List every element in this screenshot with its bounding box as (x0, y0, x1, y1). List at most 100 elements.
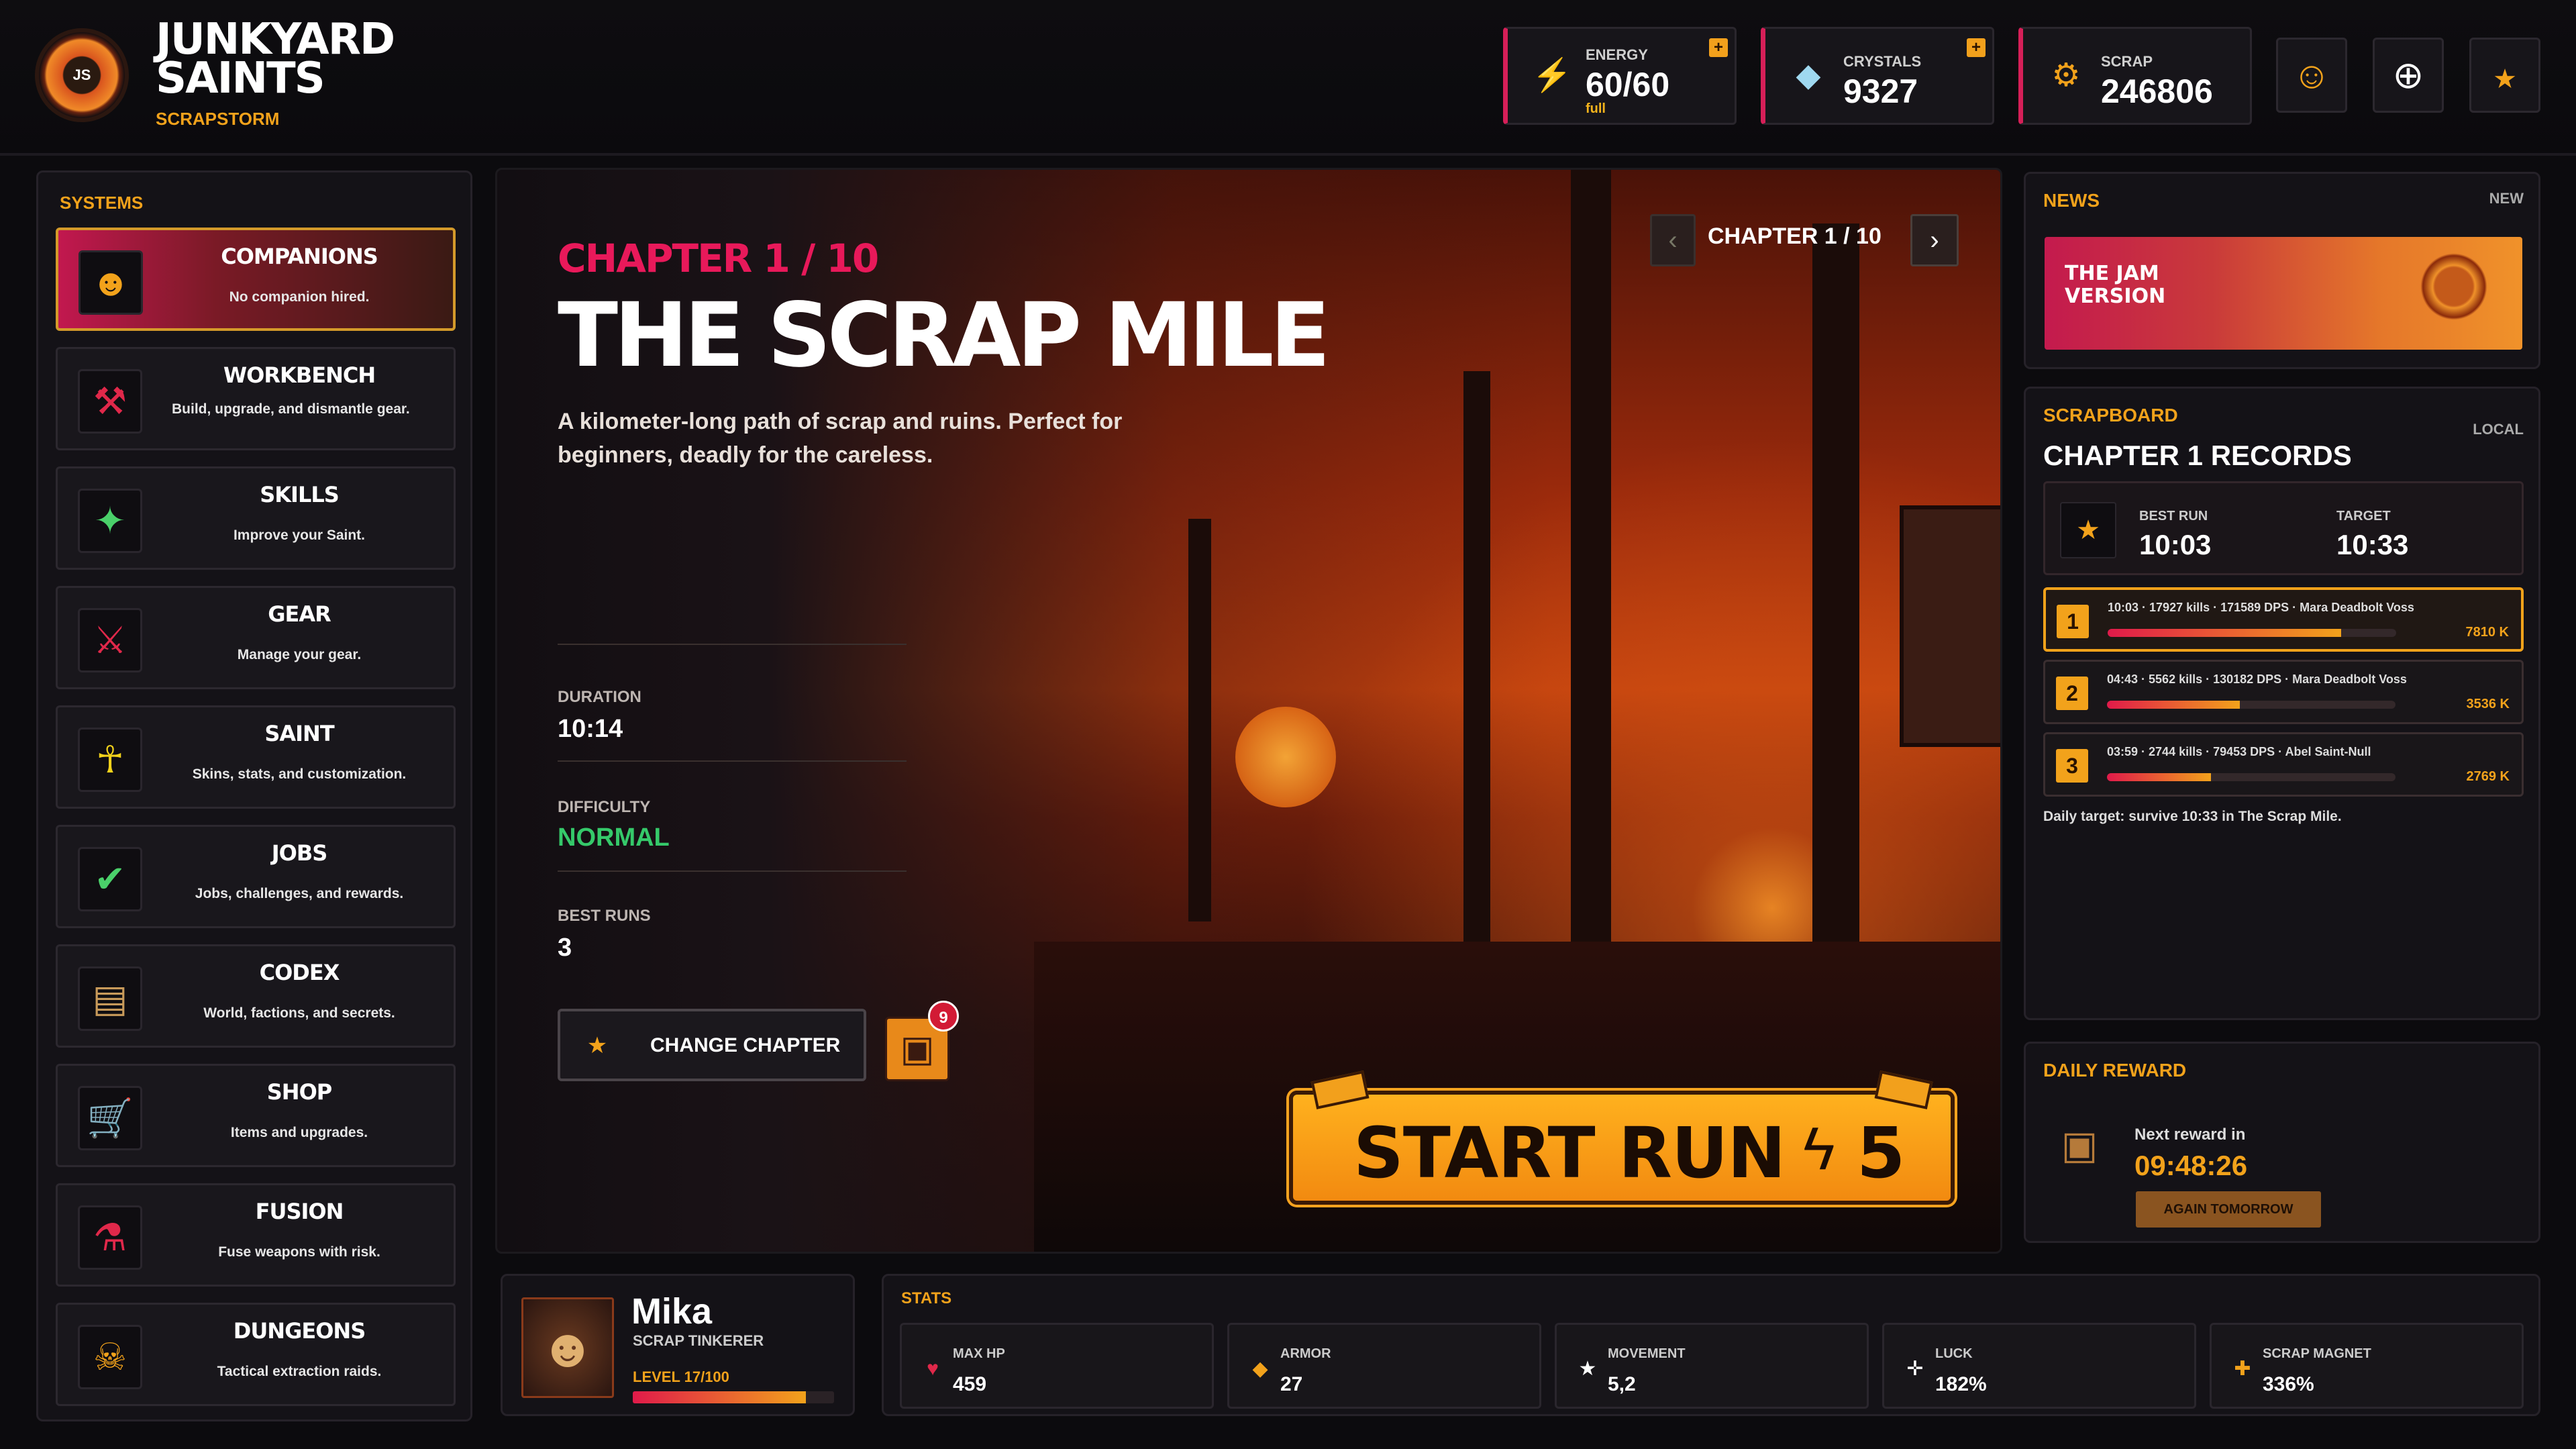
record-progress-fill (2107, 701, 2240, 709)
target-label: TARGET (2336, 509, 2391, 523)
stat-movement: ★ MOVEMENT 5,2 (1555, 1323, 1869, 1409)
sidebar-item-workbench[interactable]: ⚒ WORKBENCH Build, upgrade, and dismantl… (56, 347, 456, 450)
chest-icon: ▣ (2061, 1123, 2098, 1167)
scrapboard-scope: LOCAL (2473, 421, 2524, 438)
sidebar-item-desc: World, factions, and secrets. (203, 1005, 395, 1021)
target-icon: ⊕ (2392, 54, 2424, 96)
stat-label: SCRAP MAGNET (2263, 1346, 2371, 1361)
sidebar-item-name: FUSION (255, 1199, 344, 1224)
chapter-hero: CHAPTER 1 / 10 THE SCRAP MILE A kilomete… (495, 168, 2002, 1254)
change-chapter-label: CHANGE CHAPTER (650, 1034, 841, 1056)
profile-button[interactable]: ★ (2469, 38, 2540, 113)
start-run-label: START RUN (1353, 1112, 1786, 1194)
scrapboard-tag: SCRAPBOARD (2043, 405, 2178, 426)
duration-value: 10:14 (558, 715, 623, 743)
add-crystals-button[interactable]: + (1967, 38, 1986, 57)
difficulty-value: NORMAL (558, 823, 670, 852)
record-progress (2108, 629, 2396, 637)
record-rank: 1 (2057, 605, 2089, 638)
stat-value: 5,2 (1608, 1373, 1636, 1395)
gear-icon: ⚔ (78, 608, 142, 672)
workbench-icon: ⚒ (78, 369, 142, 434)
sidebar-item-name: WORKBENCH (223, 362, 376, 388)
sidebar-item-name: DUNGEONS (233, 1318, 366, 1344)
energy-value: 60/60 (1586, 66, 1670, 103)
sunset-art (1235, 707, 1336, 807)
settings-icon: ☺ (2292, 54, 2331, 96)
stat-label: ARMOR (1280, 1346, 1331, 1361)
settings-button[interactable]: ☺ (2276, 38, 2347, 113)
again-tomorrow-button[interactable]: AGAIN TOMORROW (2136, 1191, 2321, 1228)
record-points: 3536 K (2466, 697, 2510, 711)
character-class: SCRAP TINKERER (633, 1332, 764, 1349)
record-row[interactable]: 3 03:59 · 2744 kills · 79453 DPS · Abel … (2043, 732, 2524, 797)
heart-icon: ♥ (927, 1358, 939, 1380)
sidebar-item-jobs[interactable]: ✔ JOBS Jobs, challenges, and rewards. (56, 825, 456, 928)
crystals-label: CRYSTALS (1843, 53, 1922, 70)
sidebar-item-fusion[interactable]: ⚗ FUSION Fuse weapons with risk. (56, 1183, 456, 1287)
sidebar-title: SYSTEMS (60, 193, 144, 213)
xp-bar (633, 1391, 834, 1403)
sidebar-item-name: CODEX (259, 960, 340, 985)
sidebar-item-desc: No companion hired. (229, 289, 370, 305)
sidebar-item-shop[interactable]: 🛒 SHOP Items and upgrades. (56, 1064, 456, 1167)
best-run-label: BEST RUN (2139, 509, 2208, 523)
energy-resource[interactable]: ⚡ ENERGY 60/60 full + (1503, 27, 1737, 125)
news-panel: NEWS NEW THE JAM VERSION (2024, 172, 2540, 369)
news-banner-art (2420, 253, 2487, 320)
record-row[interactable]: 2 04:43 · 5562 kills · 130182 DPS · Mara… (2043, 660, 2524, 724)
companion-icon: ☻ (79, 250, 143, 315)
shop-icon: 🛒 (78, 1086, 142, 1150)
chapter-title: THE SCRAP MILE (558, 284, 1331, 387)
crystals-value: 9327 (1843, 72, 1918, 110)
stat-value: 27 (1280, 1373, 1303, 1395)
daily-target-text: Daily target: survive 10:33 in The Scrap… (2043, 809, 2342, 824)
sidebar-item-desc: Tactical extraction raids. (217, 1364, 382, 1379)
scrapboard-panel: SCRAPBOARD LOCAL CHAPTER 1 RECORDS ★ BES… (2024, 387, 2540, 1020)
add-energy-button[interactable]: + (1709, 38, 1728, 57)
bolt-icon: ⚡ (1532, 58, 1572, 93)
record-progress (2107, 773, 2395, 781)
sidebar-item-codex[interactable]: ▤ CODEX World, factions, and secrets. (56, 944, 456, 1048)
record-row[interactable]: 1 10:03 · 17927 kills · 171589 DPS · Mar… (2043, 587, 2524, 652)
character-name: Mika (631, 1291, 713, 1332)
change-chapter-button[interactable]: ★ CHANGE CHAPTER (558, 1009, 866, 1081)
best-run-summary: ★ BEST RUN 10:03 TARGET 10:33 (2043, 481, 2524, 575)
sidebar-item-desc: Manage your gear. (237, 647, 362, 662)
next-chapter-button[interactable]: › (1910, 214, 1959, 266)
sidebar-item-companions[interactable]: ☻ COMPANIONS No companion hired. (56, 228, 456, 331)
sidebar-item-name: SAINT (264, 721, 334, 746)
character-card[interactable]: ☻ Mika SCRAP TINKERER LEVEL 17/100 (501, 1274, 855, 1416)
energy-label: ENERGY (1586, 46, 1648, 63)
sidebar-item-gear[interactable]: ⚔ GEAR Manage your gear. (56, 586, 456, 689)
scrap-value: 246806 (2101, 72, 2213, 110)
reward-timer: 09:48:26 (2134, 1150, 2248, 1181)
brand-title: JUNKYARD SAINTS (156, 15, 395, 103)
sidebar-item-skills[interactable]: ✦ SKILLS Improve your Saint. (56, 466, 456, 570)
saint-icon: ☥ (78, 728, 142, 792)
stat-value: 336% (2263, 1373, 2314, 1395)
xp-fill (633, 1391, 806, 1403)
trophy-icon: ★ (2060, 502, 2116, 558)
target-button[interactable]: ⊕ (2373, 38, 2444, 113)
difficulty-label: DIFFICULTY (558, 798, 651, 816)
best-run-value: 10:03 (2139, 529, 2212, 560)
chapter-tag: CHAPTER 1 / 10 (558, 236, 879, 281)
stat-label: MOVEMENT (1608, 1346, 1686, 1361)
stat-value: 459 (953, 1373, 987, 1395)
character-portrait: ☻ (521, 1297, 614, 1398)
stat-max-hp: ♥ MAX HP 459 (900, 1323, 1214, 1409)
sidebar-item-saint[interactable]: ☥ SAINT Skins, stats, and customization. (56, 705, 456, 809)
divider (558, 644, 907, 645)
record-progress-fill (2107, 773, 2211, 781)
crystals-resource[interactable]: ◆ CRYSTALS 9327 + (1761, 27, 1994, 125)
record-rank: 2 (2056, 677, 2088, 710)
prev-chapter-button[interactable]: ‹ (1650, 214, 1696, 266)
start-run-button[interactable]: START RUN ϟ 5 (1289, 1070, 1955, 1205)
news-banner[interactable]: THE JAM VERSION (2045, 237, 2522, 350)
systems-sidebar: SYSTEMS ☻ COMPANIONS No companion hired.… (36, 170, 472, 1421)
energy-cost-icon: ϟ (1803, 1115, 1835, 1183)
sidebar-item-desc: Build, upgrade, and dismantle gear. (172, 401, 410, 417)
sidebar-item-desc: Jobs, challenges, and rewards. (195, 886, 404, 901)
sidebar-item-dungeons[interactable]: ☠ DUNGEONS Tactical extraction raids. (56, 1303, 456, 1406)
